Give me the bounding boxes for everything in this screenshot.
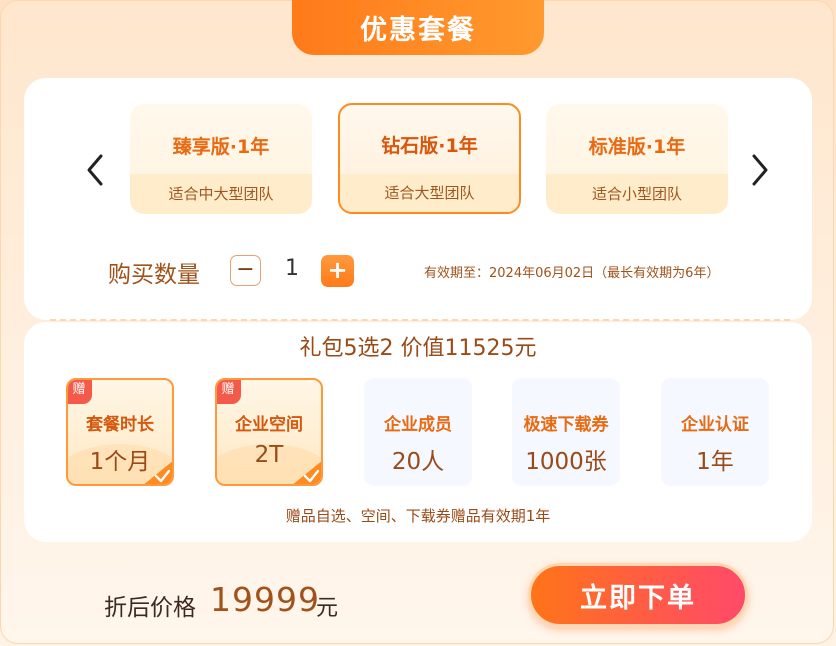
check-icon [293,461,321,484]
gift-option-members[interactable]: 企业成员 20人 [364,378,472,486]
plan-description: 适合中大型团队 [130,174,312,214]
gift-option-duration[interactable]: 赠 套餐时长 1个月 [66,378,174,486]
quantity-increase-button[interactable]: + [321,255,354,287]
price-label: 折后价格 [104,595,196,621]
chevron-left-icon [87,154,103,186]
gift-option-certification[interactable]: 企业认证 1年 [661,378,769,486]
gift-option-download-voucher[interactable]: 极速下载券 1000张 [512,378,620,486]
check-icon [144,461,172,484]
plan-description: 适合大型团队 [340,174,519,212]
gift-badge: 赠 [68,380,92,404]
gift-value: 1000张 [525,449,607,475]
gift-value: 20人 [391,449,445,475]
plan-name: 钻石版·1年 [381,135,478,157]
quantity-value[interactable]: 1 [275,256,309,281]
page-title: 优惠套餐 [292,0,544,55]
price-value: 19999 [210,580,320,619]
order-now-button[interactable]: 立即下单 [528,563,748,627]
plan-name: 标准版·1年 [588,136,686,158]
gift-name: 企业空间 [235,415,303,435]
validity-text: 有效期至：2024年06月02日（最长有效期为6年） [424,266,720,281]
next-plan-button[interactable] [745,150,775,190]
gift-note: 赠品自选、空间、下载券赠品有效期1年 [285,507,551,525]
quantity-label: 购买数量 [108,262,200,288]
chevron-right-icon [752,154,768,186]
plan-name: 臻享版·1年 [172,136,270,158]
gift-name: 企业认证 [681,415,749,435]
price-unit: 元 [316,596,339,621]
gift-name: 套餐时长 [86,415,154,435]
plan-description: 适合小型团队 [546,174,728,214]
gift-value: 1年 [696,449,734,475]
prev-plan-button[interactable] [80,150,110,190]
gift-title: 礼包5选2 价值11525元 [299,336,537,361]
plan-option-diamond[interactable]: 钻石版·1年 适合大型团队 [338,103,521,214]
gift-badge: 赠 [217,380,241,404]
plan-option-zhenxiang[interactable]: 臻享版·1年 适合中大型团队 [130,104,312,214]
plan-option-standard[interactable]: 标准版·1年 适合小型团队 [546,104,728,214]
quantity-decrease-button[interactable]: − [230,255,261,286]
gift-name: 极速下载券 [523,415,609,435]
gift-name: 企业成员 [384,415,452,435]
divider [50,319,790,321]
gift-option-space[interactable]: 赠 企业空间 2T [215,378,323,486]
